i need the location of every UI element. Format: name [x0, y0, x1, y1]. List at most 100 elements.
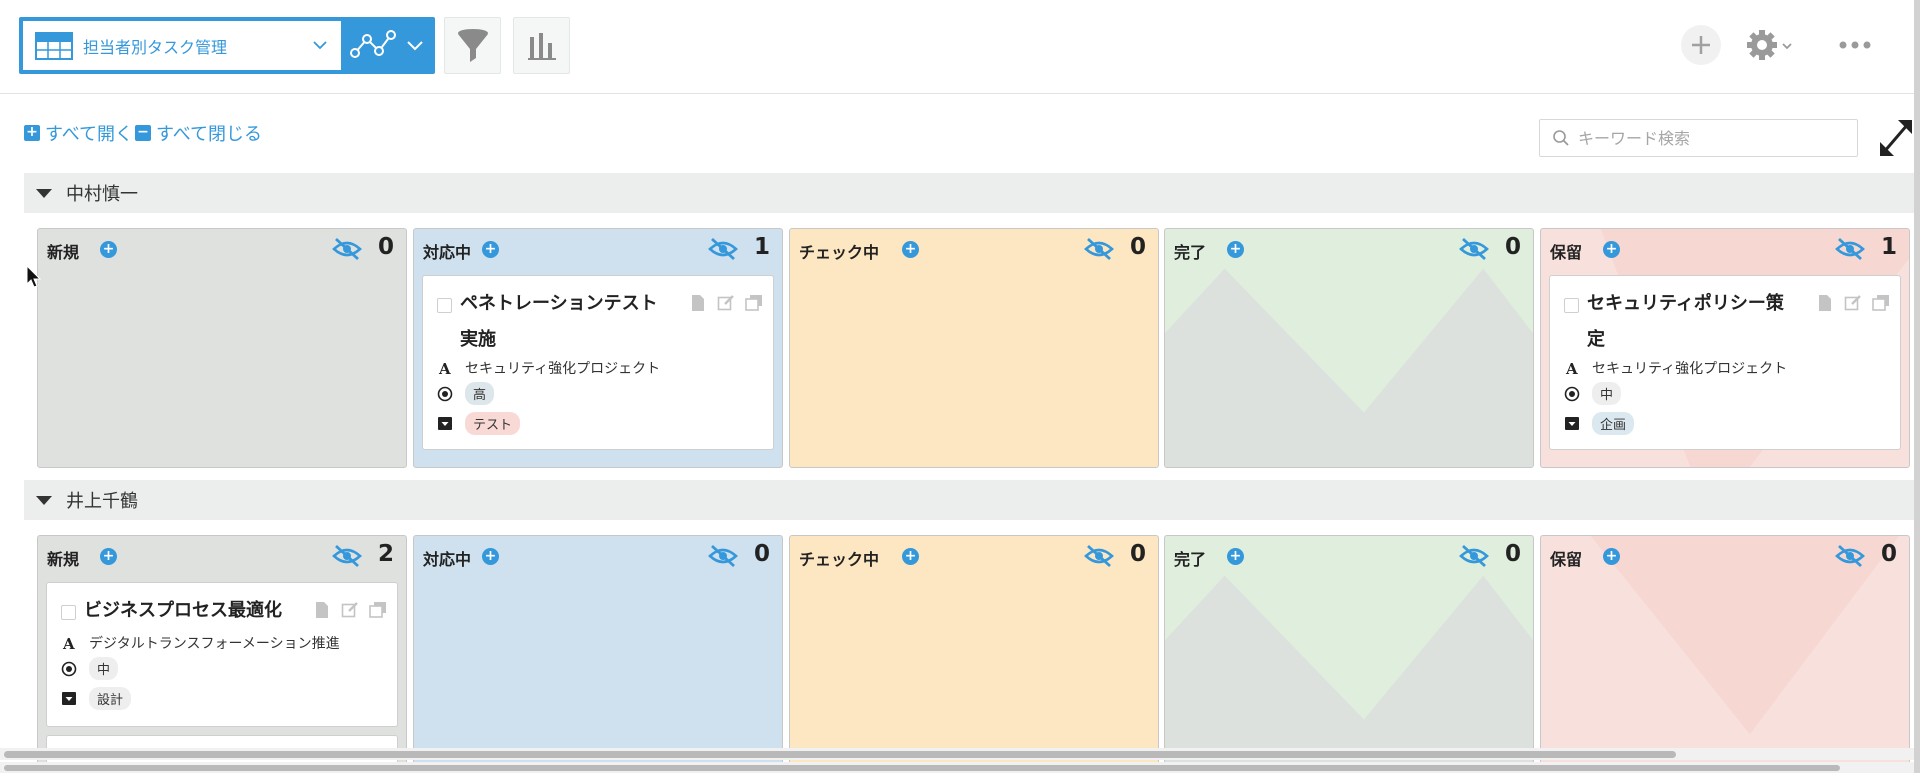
- radio-field-icon: [1564, 386, 1580, 402]
- lane-count: 1: [1880, 234, 1897, 260]
- hide-eye-icon[interactable]: [1084, 237, 1114, 261]
- svg-text:A: A: [438, 360, 451, 376]
- add-card-icon[interactable]: +: [482, 548, 499, 565]
- task-card[interactable]: ペネトレーションテスト 実施 A セキュリティ強化プロジェクト高テスト: [422, 275, 774, 450]
- card-checkbox[interactable]: [1564, 298, 1579, 313]
- add-card-icon[interactable]: +: [100, 548, 117, 565]
- group-name: 井上千鶴: [66, 491, 138, 512]
- document-icon[interactable]: [313, 601, 331, 619]
- copy-icon[interactable]: [369, 601, 387, 619]
- add-record-button[interactable]: [1681, 25, 1721, 65]
- hide-eye-icon[interactable]: [708, 237, 738, 261]
- group-header-1[interactable]: 中村慎一: [24, 173, 1914, 213]
- radio-field-icon: [437, 386, 453, 402]
- hide-eye-icon[interactable]: [708, 544, 738, 568]
- lane-title: チェック中: [799, 243, 880, 262]
- card-actions: [1816, 294, 1890, 312]
- graph-icon[interactable]: [345, 21, 431, 70]
- add-card-icon[interactable]: +: [1603, 548, 1620, 565]
- card-project-row: A セキュリティ強化プロジェクト: [437, 358, 660, 378]
- collapse-triangle-icon[interactable]: [36, 188, 52, 198]
- graph-view-button[interactable]: [513, 17, 570, 74]
- status-lane: 対応中 +0: [413, 535, 783, 773]
- lane-header: 対応中 +1: [414, 229, 782, 267]
- lane-title: 保留: [1550, 550, 1583, 569]
- expand-all-link[interactable]: すべて開く: [45, 120, 133, 146]
- collapse-all-link[interactable]: すべて閉じる: [156, 120, 262, 146]
- status-lane: 保留 +0: [1540, 535, 1910, 773]
- text-field-icon: A: [437, 360, 453, 376]
- dropdown-icon: [1565, 416, 1579, 430]
- add-card-icon[interactable]: +: [1227, 548, 1244, 565]
- dropdown-icon: [438, 416, 452, 430]
- filter-icon: [457, 28, 488, 62]
- group-header-2[interactable]: 井上千鶴: [24, 480, 1914, 520]
- dropdown-field-icon: [1564, 416, 1580, 432]
- scrollbar-thumb[interactable]: [4, 751, 1676, 758]
- keyword-search[interactable]: [1539, 119, 1858, 157]
- add-card-icon[interactable]: +: [902, 548, 919, 565]
- lane-title: 保留: [1550, 243, 1583, 262]
- collapse-all-icon[interactable]: −: [135, 125, 152, 141]
- card-checkbox[interactable]: [437, 298, 452, 313]
- radio-field-icon: [61, 661, 77, 677]
- add-card-icon[interactable]: +: [100, 241, 117, 258]
- lane-title: 対応中: [423, 550, 472, 569]
- copy-icon[interactable]: [745, 294, 763, 312]
- task-card[interactable]: セキュリティポリシー策定 A セキュリティ強化プロジェクト中企画: [1549, 275, 1901, 450]
- card-title[interactable]: ビジネスプロセス最適化: [84, 593, 282, 629]
- gear-icon[interactable]: [1745, 27, 1797, 63]
- horizontal-scrollbar[interactable]: [0, 748, 1920, 760]
- scrollbar-thumb-outer[interactable]: [4, 765, 1840, 771]
- dropdown-field-icon: [437, 416, 453, 432]
- more-icon[interactable]: [1838, 38, 1872, 52]
- card-title[interactable]: セキュリティポリシー策定: [1587, 286, 1784, 358]
- task-card[interactable]: ビジネスプロセス最適化 A デジタルトランスフォーメーション推進中設計: [46, 582, 398, 727]
- hide-eye-icon[interactable]: [1459, 544, 1489, 568]
- lane-header: 保留 +1: [1541, 229, 1909, 267]
- text-field-icon: A: [1564, 360, 1580, 376]
- lane-count: 0: [1880, 541, 1897, 567]
- view-selector[interactable]: 担当者別タスク管理: [19, 17, 435, 74]
- edit-icon[interactable]: [717, 294, 735, 312]
- collapse-triangle-icon[interactable]: [36, 495, 52, 505]
- hide-eye-icon[interactable]: [1459, 237, 1489, 261]
- copy-icon[interactable]: [1872, 294, 1890, 312]
- edit-icon[interactable]: [1844, 294, 1862, 312]
- svg-text:A: A: [62, 635, 75, 651]
- search-input[interactable]: [1578, 128, 1848, 148]
- plus-icon: [1692, 36, 1710, 54]
- hide-eye-icon[interactable]: [1835, 544, 1865, 568]
- expand-all-icon[interactable]: +: [24, 125, 40, 141]
- lane-title: 完了: [1174, 550, 1207, 569]
- vertical-scrollbar[interactable]: [1914, 0, 1920, 773]
- add-card-icon[interactable]: +: [902, 241, 919, 258]
- lane-count: 0: [1129, 541, 1146, 567]
- document-icon[interactable]: [1816, 294, 1834, 312]
- filter-button[interactable]: [444, 17, 501, 74]
- hide-eye-icon[interactable]: [1084, 544, 1114, 568]
- horizontal-scrollbar-outer[interactable]: [0, 762, 1920, 773]
- hide-eye-icon[interactable]: [332, 544, 362, 568]
- lane-header: 新規 +2: [38, 536, 406, 574]
- fullscreen-icon[interactable]: [1878, 118, 1914, 158]
- priority-tag: 中: [1592, 382, 1622, 405]
- edit-icon[interactable]: [341, 601, 359, 619]
- view-name-dropdown[interactable]: 担当者別タスク管理: [23, 21, 341, 70]
- status-lane: 対応中 +1 ペネトレーションテスト 実施 A セキュリティ強化プロジェクト高テスト: [413, 228, 783, 468]
- card-checkbox[interactable]: [61, 605, 76, 620]
- status-lane: 新規 +0: [37, 228, 407, 468]
- card-project: セキュリティ強化プロジェクト: [465, 361, 661, 377]
- document-icon[interactable]: [689, 294, 707, 312]
- lane-count: 0: [1129, 234, 1146, 260]
- hide-eye-icon[interactable]: [1835, 237, 1865, 261]
- card-project-row: A デジタルトランスフォーメーション推進: [61, 633, 340, 653]
- hide-eye-icon[interactable]: [332, 237, 362, 261]
- add-card-icon[interactable]: +: [482, 241, 499, 258]
- status-lane: チェック中 +0: [789, 535, 1159, 773]
- add-card-icon[interactable]: +: [1603, 241, 1620, 258]
- card-title[interactable]: ペネトレーションテスト 実施: [460, 286, 658, 358]
- expand-collapse-controls: + すべて開く − すべて閉じる: [24, 120, 264, 146]
- lane-header: 保留 +0: [1541, 536, 1909, 574]
- add-card-icon[interactable]: +: [1227, 241, 1244, 258]
